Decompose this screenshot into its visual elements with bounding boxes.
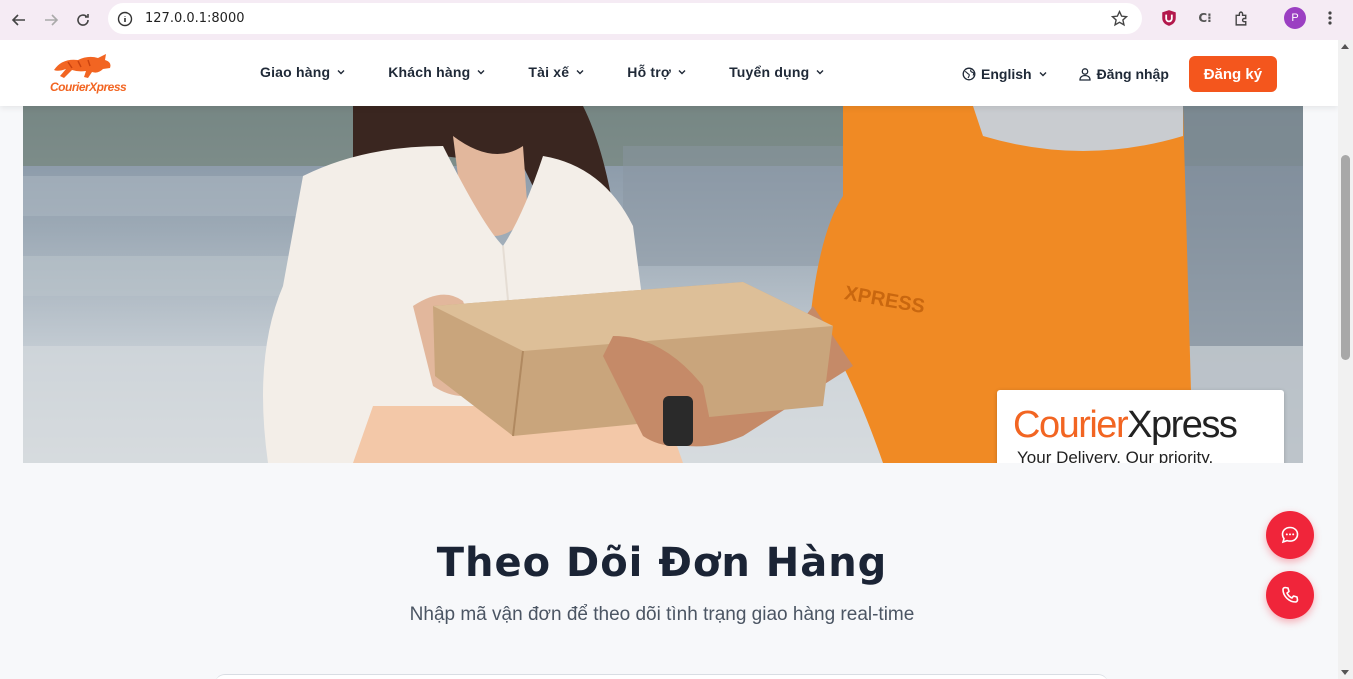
page-scrollbar[interactable] (1338, 40, 1353, 679)
main-nav: Giao hàng Khách hàng Tài xế Hỗ trợ Tuyển… (260, 64, 867, 80)
chat-bubble-icon (1281, 526, 1299, 544)
bookmark-star-icon[interactable] (1111, 10, 1128, 27)
signup-button[interactable]: Đăng ký (1188, 56, 1277, 92)
browser-menu-icon[interactable] (1320, 8, 1340, 28)
chevron-down-icon (337, 70, 345, 75)
hero-banner-image: XPRESS CourierXpress Your Delivery, Our … (23, 106, 1303, 463)
nav-item-label: Hỗ trợ (627, 64, 672, 80)
phone-fab-button[interactable] (1266, 571, 1314, 619)
site-header: CourierXpress Giao hàng Khách hàng Tài x… (0, 40, 1338, 106)
site-info-icon[interactable] (117, 11, 133, 27)
login-label: Đăng nhập (1096, 66, 1169, 82)
back-icon[interactable] (6, 7, 32, 33)
profile-avatar[interactable]: P (1284, 7, 1306, 29)
badge-tagline: Your Delivery, Our priority. (1017, 448, 1214, 463)
badge-brand-xpress: Xpress (1127, 404, 1238, 446)
chat-fab-button[interactable] (1266, 511, 1314, 559)
chevron-down-icon (477, 70, 485, 75)
scrollbar-thumb[interactable] (1341, 155, 1350, 360)
chevron-down-icon (678, 70, 686, 75)
nav-item-label: Tuyển dụng (729, 64, 810, 80)
login-link[interactable]: Đăng nhập (1078, 66, 1169, 82)
hero-brand-badge: CourierXpress Your Delivery, Our priorit… (997, 390, 1284, 463)
chevron-down-icon (1039, 72, 1047, 77)
logo-text: CourierXpress (50, 80, 127, 94)
extensions-puzzle-icon[interactable] (1231, 8, 1251, 28)
chevron-down-icon (816, 70, 824, 75)
nav-item-label: Giao hàng (260, 64, 331, 80)
browser-toolbar: 127.0.0.1:8000 C⁝ P (0, 0, 1353, 40)
badge-brand: CourierXpress (1013, 404, 1238, 447)
user-icon (1078, 68, 1091, 81)
nav-item-label: Khách hàng (388, 64, 471, 80)
language-label: English (981, 66, 1032, 82)
language-selector[interactable]: English (962, 66, 1048, 82)
header-actions: English Đăng nhập Đăng ký (962, 56, 1277, 92)
forward-icon[interactable] (38, 7, 64, 33)
chevron-down-icon (576, 70, 584, 75)
tracking-form-card (215, 674, 1108, 679)
phone-icon (1282, 586, 1299, 603)
nav-item-giao-hang[interactable]: Giao hàng (260, 64, 346, 80)
nav-item-tuyen-dung[interactable]: Tuyển dụng (729, 64, 825, 80)
running-tiger-logo-icon (54, 54, 111, 78)
site-logo[interactable]: CourierXpress (48, 52, 127, 98)
tracking-section-subtitle: Nhập mã vận đơn để theo dõi tình trạng g… (409, 604, 915, 625)
tracking-section-title: Theo Dõi Đơn Hàng (436, 540, 888, 586)
scroll-down-arrow-icon[interactable] (1341, 670, 1349, 675)
nav-item-label: Tài xế (528, 64, 570, 80)
nav-item-khach-hang[interactable]: Khách hàng (388, 64, 486, 80)
reload-icon[interactable] (70, 7, 96, 33)
nav-item-tai-xe[interactable]: Tài xế (528, 64, 585, 80)
ublock-extension-icon[interactable] (1159, 8, 1179, 28)
nav-item-ho-tro[interactable]: Hỗ trợ (627, 64, 687, 80)
address-bar[interactable]: 127.0.0.1:8000 (108, 3, 1142, 34)
url-text[interactable]: 127.0.0.1:8000 (145, 11, 245, 26)
globe-icon (962, 67, 976, 81)
badge-brand-courier: Courier (1013, 404, 1129, 446)
cookie-editor-extension-icon[interactable]: C⁝ (1195, 8, 1215, 28)
page-viewport: CourierXpress Giao hàng Khách hàng Tài x… (0, 40, 1338, 679)
scroll-up-arrow-icon[interactable] (1341, 44, 1349, 49)
